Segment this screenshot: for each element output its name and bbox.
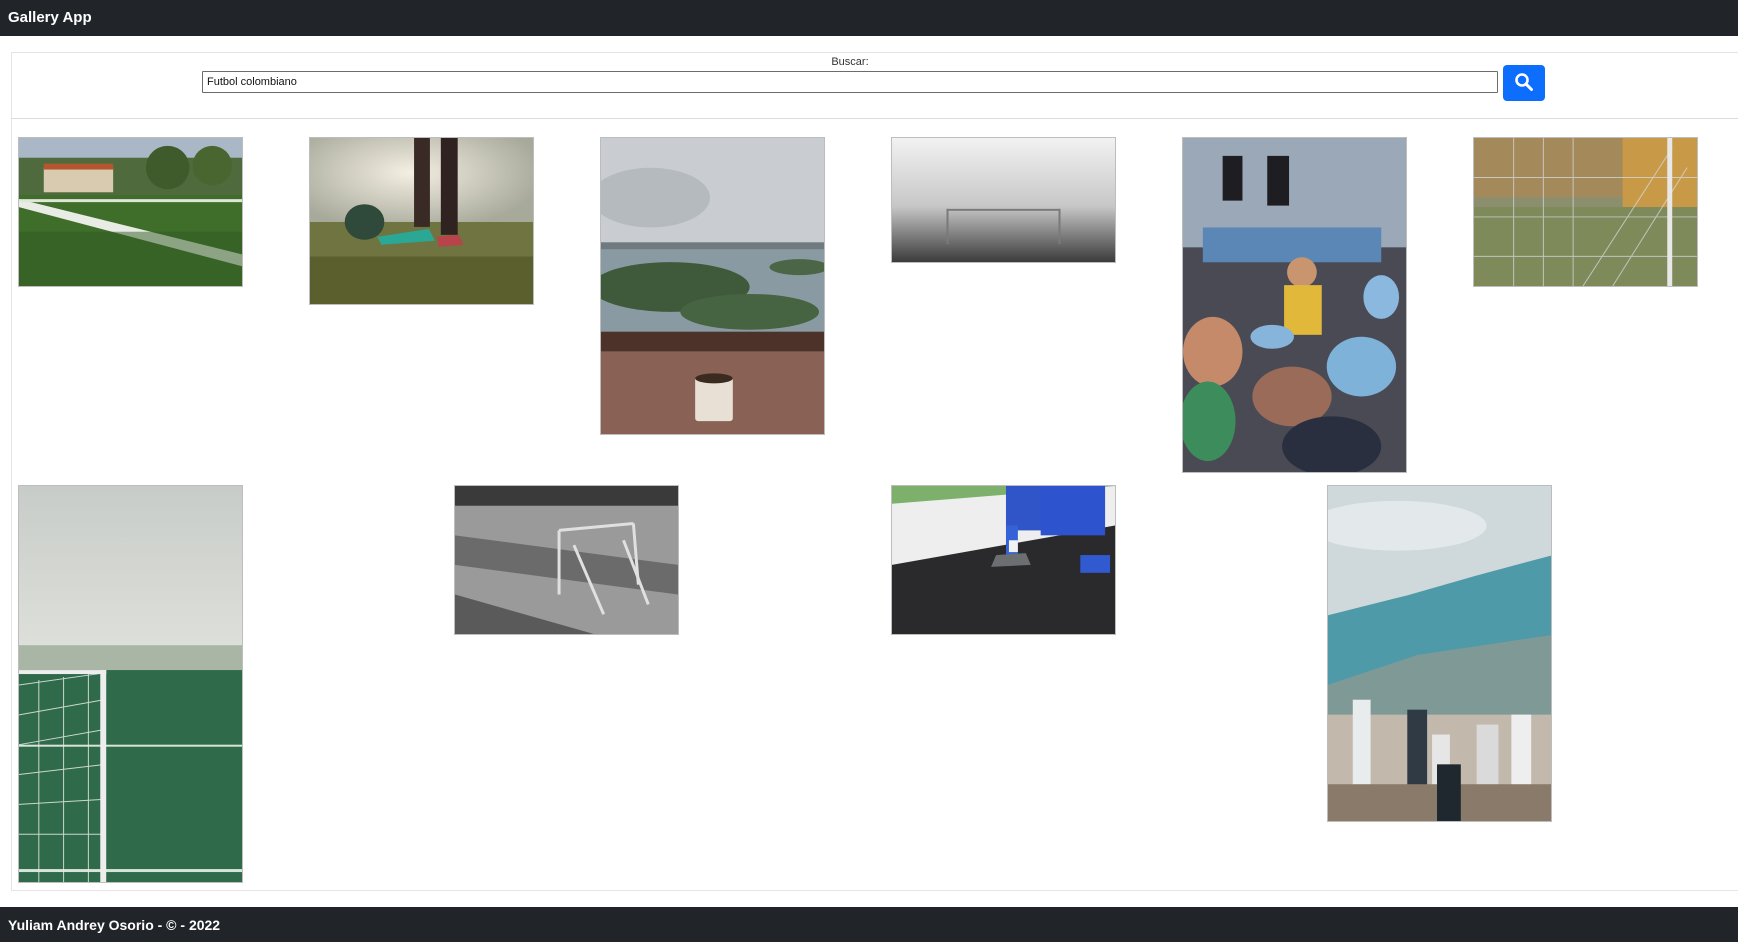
search-label: Buscar: (831, 56, 869, 68)
gallery-photo[interactable] (891, 485, 1116, 635)
search-divider (11, 118, 1738, 119)
top-navbar: Gallery App (0, 0, 1738, 36)
gallery-photo[interactable] (309, 137, 534, 305)
gallery-photo[interactable] (1327, 485, 1552, 822)
search-icon (1514, 72, 1534, 95)
app-title[interactable]: Gallery App (8, 9, 92, 26)
search-button[interactable] (1503, 65, 1545, 101)
footer-credit: Yuliam Andrey Osorio - © - 2022 (8, 917, 221, 933)
gallery-photo[interactable] (18, 137, 243, 287)
gallery-photo[interactable] (454, 485, 679, 635)
gallery-photo[interactable] (1182, 137, 1407, 473)
search-input[interactable] (202, 71, 1498, 93)
gallery-photo[interactable] (1473, 137, 1698, 287)
gallery-photo[interactable] (600, 137, 825, 435)
footer: Yuliam Andrey Osorio - © - 2022 (0, 907, 1738, 942)
gallery-photo[interactable] (891, 137, 1116, 263)
gallery-photo[interactable] (18, 485, 243, 883)
